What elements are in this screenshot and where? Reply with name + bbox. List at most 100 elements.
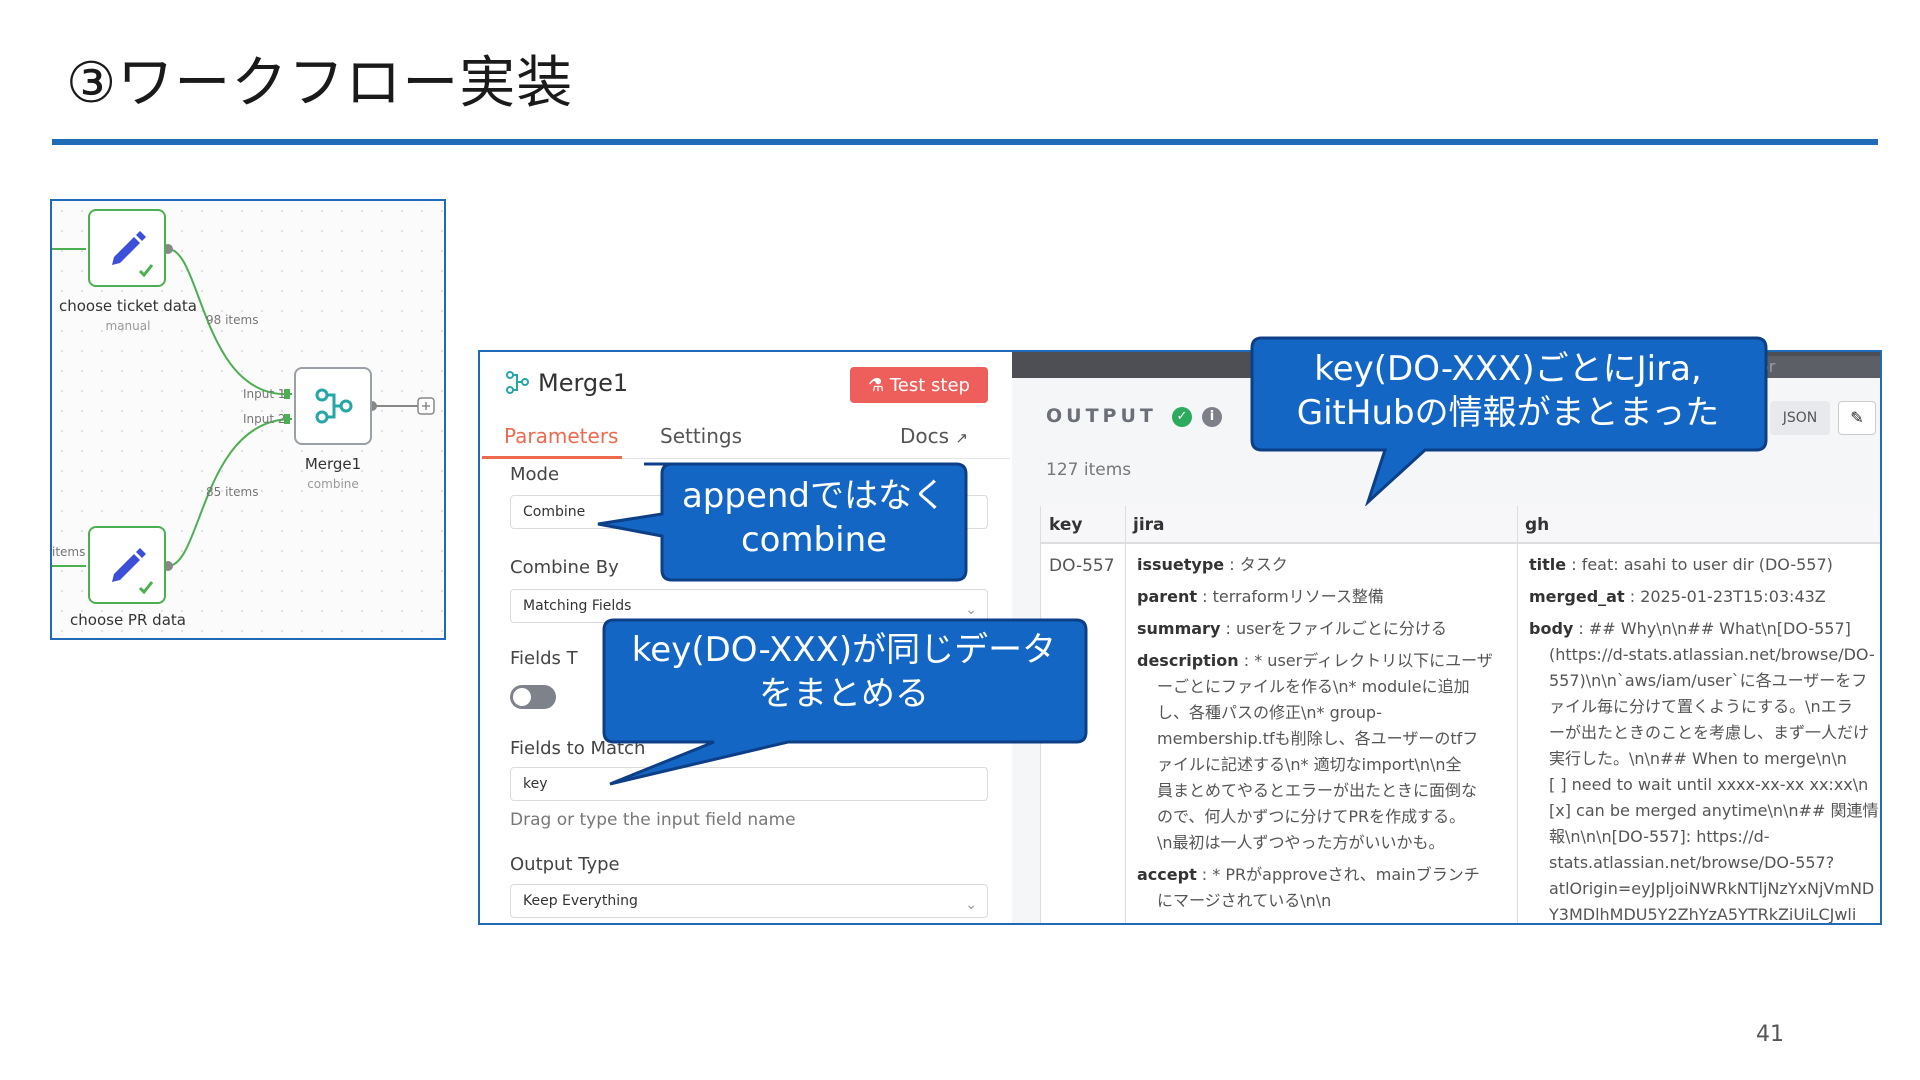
kv-separator: : (1624, 587, 1641, 606)
active-tab-indicator (482, 456, 622, 459)
kv-value-continued: ァイルに記述する\n* 適切なimport\n\n全 (1157, 755, 1462, 774)
kv-key: accept (1137, 865, 1197, 884)
kv-value-continued: membership.tfも削除し、各ユーザーのtfフ (1157, 729, 1479, 748)
cell-key: DO-557 (1049, 556, 1115, 576)
kv-value: terraformリソース整備 (1212, 587, 1384, 606)
kv-entry: issuetype : タスク (1137, 552, 1513, 578)
callout-append-line2: combine (740, 520, 888, 560)
fields-to-match-hint: Drag or type the input field name (510, 810, 796, 830)
node-merge-label: Merge1 (304, 455, 362, 473)
flask-icon: ⚗ (868, 374, 885, 396)
kv-key: parent (1137, 587, 1198, 606)
kv-value: userをファイルごとに分ける (1235, 619, 1447, 638)
mode-value: Combine (523, 504, 586, 520)
column-header-jira: jira (1133, 515, 1165, 535)
kv-value-continued: 557)\n\n`aws/iam/user`に各ユーザーをフ (1549, 671, 1868, 690)
kv-separator: : (1224, 555, 1240, 574)
docs-label: Docs (900, 424, 950, 448)
merge-input-1-label: Input 1 (243, 387, 286, 401)
output-table: key jira gh DO-557 issuetype : タスク parent… (1040, 506, 1880, 924)
output-type-select[interactable]: Keep Everything ⌄ (510, 884, 988, 918)
kv-value-continued: [ ] need to wait until xxxx-xx-xx xx:xx\… (1549, 775, 1869, 794)
kv-value-continued: [x] can be merged anytime\n\n## 関連情 (1549, 801, 1879, 820)
output-type-value: Keep Everything (523, 893, 638, 909)
toggle-knob (513, 688, 531, 706)
kv-key: issuetype (1137, 555, 1225, 574)
kv-value-continued: ァイル毎に分けて置くようにする。\nエラ (1549, 697, 1853, 716)
kv-value-continued: し、各種パスの修正\n* group- (1157, 703, 1382, 722)
cell-jira: issuetype : タスク parent : terraformリソース整備 s… (1137, 552, 1513, 920)
kv-value-continued: ので、何人かずつに分けてPRを作成する。 (1157, 807, 1466, 826)
kv-value-continued: stats.atlassian.net/browse/DO-557? (1549, 853, 1835, 872)
json-view-button[interactable]: JSON (1770, 401, 1830, 435)
node-choose-pr-data[interactable] (88, 526, 166, 604)
kv-entry: merged_at : 2025-01-23T15:03:43Z (1529, 584, 1880, 610)
kv-key: body (1529, 619, 1574, 638)
combine-by-value: Matching Fields (523, 598, 632, 614)
kv-entry: summary : userをファイルごとに分ける (1137, 616, 1513, 642)
kv-value-continued: ーが出たときのことを考慮し、まず一人だけ (1549, 723, 1870, 742)
kv-value-continued: Y3MDlhMDU5Y2ZhYzA5YTRkZiUiLCJwli (1549, 905, 1857, 924)
fields-to-match-value: key (523, 776, 548, 792)
column-header-gh: gh (1525, 515, 1550, 535)
kv-separator: : (1566, 555, 1582, 574)
kv-value-continued: atlOrigin=eyJpljoiNWRkNTljNzYxNjVmND (1549, 879, 1875, 898)
node-pr-label: choose PR data (70, 611, 186, 629)
edge-bottom-count: 85 items (206, 485, 259, 499)
callout-top-right-line2: GitHubの情報がまとまった (1296, 393, 1720, 433)
tab-docs[interactable]: Docs ↗ (900, 424, 968, 448)
kv-separator: : (1220, 619, 1236, 638)
merge-icon (506, 371, 529, 394)
kv-entry: parent : terraformリソース整備 (1137, 584, 1513, 610)
mode-label: Mode (510, 464, 560, 485)
tab-parameters[interactable]: Parameters (504, 424, 618, 448)
kv-key: title (1529, 555, 1567, 574)
pencil-icon: ✎ (1850, 408, 1864, 427)
merge-input-2-label: Input 2 (243, 412, 286, 426)
kv-separator: : (1197, 587, 1213, 606)
kv-value-continued: ーごとにファイルを作る\n* moduleに追加 (1157, 677, 1470, 696)
kv-value: タスク (1239, 555, 1288, 574)
kv-separator: : (1196, 865, 1213, 884)
cell-gh: title : feat: asahi to user dir (DO-557)… (1529, 552, 1880, 924)
info-icon[interactable]: i (1202, 407, 1222, 427)
fields-toggle-label: Fields T (510, 648, 578, 669)
node-choose-ticket-data[interactable] (88, 209, 166, 287)
kv-value: feat: asahi to user dir (DO-557) (1581, 555, 1833, 574)
pencil-icon (112, 548, 154, 595)
pencil-icon (112, 231, 154, 278)
kv-value: * userディレクトリ以下にユーザ (1254, 651, 1493, 670)
callout-append-line1: appendではなく (681, 476, 947, 516)
kv-entry: accept : * PRがapproveされ、mainブランチにマージされてい… (1137, 862, 1513, 914)
edge-left-count: items (52, 545, 86, 559)
kv-value: 2025-01-23T15:03:43Z (1640, 587, 1826, 606)
page-number: 41 (1756, 1022, 1784, 1047)
output-type-label: Output Type (510, 854, 620, 875)
merge-icon (315, 388, 353, 424)
kv-key: description (1137, 651, 1239, 670)
kv-value-continued: 実行した。\n\n## When to merge\n\n (1549, 749, 1847, 768)
node-ticket-sub: manual (105, 319, 151, 333)
test-step-label: Test step (889, 374, 970, 396)
node-merge1[interactable] (294, 367, 372, 445)
workflow-canvas[interactable]: choose ticket data manual choose PR data… (50, 199, 446, 640)
node-title: Merge1 (538, 369, 629, 397)
fields-toggle[interactable] (510, 685, 556, 709)
callout-key-same-line1: key(DO-XXX)が同じデータ (631, 630, 1057, 670)
title-divider (52, 139, 1878, 145)
kv-key: merged_at (1529, 587, 1625, 606)
kv-entry: body : ## Why\n\n## What\n[DO-557] (https… (1529, 616, 1880, 924)
kv-value-continued: にマージされている\n\n (1157, 891, 1332, 910)
output-items-count: 127 items (1046, 460, 1132, 480)
edit-output-button[interactable]: ✎ (1838, 401, 1876, 435)
column-header-key: key (1049, 515, 1083, 535)
column-divider (1517, 506, 1518, 923)
node-ticket-label: choose ticket data (58, 297, 198, 315)
node-merge-sub: combine (307, 477, 359, 491)
kv-value: * PRがapproveされ、mainブランチ (1212, 865, 1480, 884)
tab-settings[interactable]: Settings (660, 424, 742, 448)
external-link-icon: ↗ (955, 429, 968, 447)
kv-entry: description : * userディレクトリ以下にユーザ ーごとにファイル… (1137, 648, 1513, 856)
kv-separator: : (1573, 619, 1589, 638)
test-step-button[interactable]: ⚗ Test step (850, 367, 988, 403)
